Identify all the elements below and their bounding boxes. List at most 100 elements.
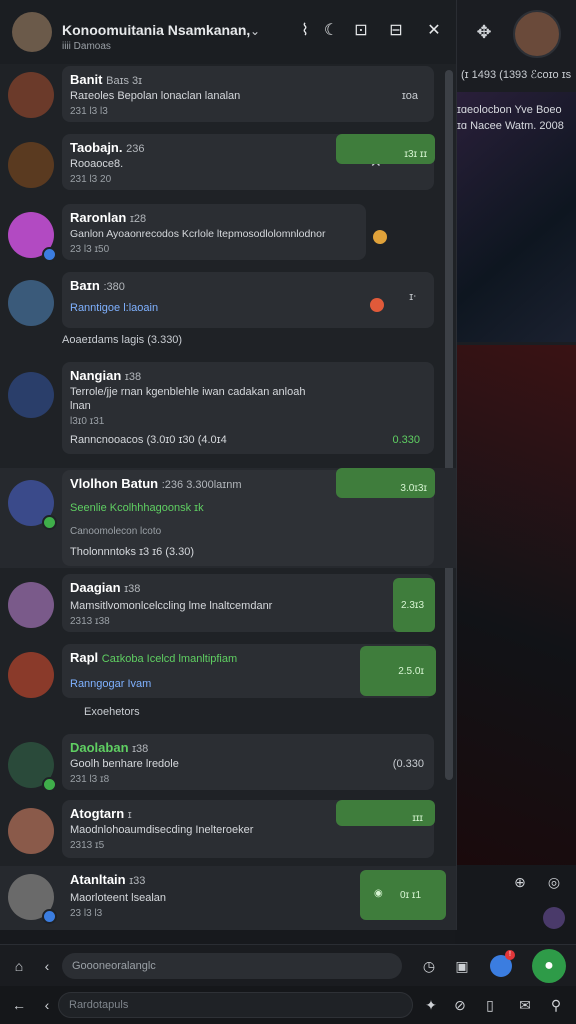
image-icon[interactable]: ▣ [451,955,473,977]
message-row[interactable]: Taobajn. 236 Rooaoce8. 231 l3 20 ✕ ɪ3ɪ ɪ… [0,134,456,198]
avatar[interactable] [8,372,54,418]
compass-icon[interactable]: ⊘ [449,994,471,1016]
profile-button[interactable]: ● [532,949,566,983]
camera-icon[interactable]: ◎ [543,871,565,893]
puzzle-icon[interactable]: ✦ [420,994,442,1016]
sender-name: Vlolhon Batun [70,476,159,491]
highlight-value: ɪɪɪ [412,813,423,824]
message-text: Goolh benhare lredole [70,758,179,770]
timestamp: 236 [126,143,145,155]
play-icon[interactable]: ◉ [374,888,383,899]
status-badge [42,247,57,262]
settings-icon[interactable]: ⚲ [545,994,567,1016]
sender-name: Rapl [70,650,99,665]
camera-icon[interactable]: ⊡ [350,20,372,42]
highlight-value: 2.3ɪ3 [401,600,425,611]
message-text: Maorloteent lsealan [70,892,167,904]
message-row[interactable]: Baɪn :380 Ranntigoe l:laoain ɪᐧ Aoaeɪdam… [0,272,456,362]
group-avatar[interactable] [12,12,52,52]
sender-name: Atanltain [70,872,126,887]
back-icon[interactable]: ‹ [36,955,58,977]
avatar[interactable] [8,72,54,118]
message-row[interactable]: Daagian ɪ38 Mamsitlvomonlcelccling lme l… [0,574,456,638]
timestamp: Caɪkoba Icelcd lmanltipfiam [101,653,238,665]
bg-image-bottom [455,345,576,865]
add-icon[interactable]: ⊕ [509,871,531,893]
message-meta: ɪoa [401,90,418,102]
green-highlight: 2.5.0ɪ [360,646,436,696]
clock-icon[interactable]: ◷ [418,955,440,977]
message-row[interactable]: Banit Baɪs 3ɪ Raɪeoles Bepolan lonaclan … [0,64,456,128]
timestamp: :236 3.300laɪnm [161,479,242,491]
status-badge [42,777,57,792]
highlight-value: 3.0ɪ3ɪ [400,483,427,494]
avatar[interactable] [8,652,54,698]
chat-subtitle: iiii Damoas [62,41,111,52]
message-text: Mamsitlvomonlcelccling lme lnaltcemdanr [70,600,273,612]
close-icon[interactable]: ✕ [423,20,445,42]
message-row[interactable]: Daolaban ɪ38 Goolh benhare lredole 231 l… [0,734,456,798]
message-text: Raɪeoles Bepolan lonaclan lanalan [70,90,241,102]
message-input[interactable]: Goooneoralanglc [62,953,402,979]
message-sub: 23 l3 l3 [70,908,103,919]
message-bubble[interactable]: Daagian ɪ38 Mamsitlvomonlcelccling lme l… [62,574,434,632]
message-text-2: lnan [70,400,91,412]
chat-icon[interactable]: ✉ [514,994,536,1016]
timestamp: ɪ [127,809,132,821]
sender-name: Daagian [70,580,121,595]
sender-name: Nangian [70,368,122,383]
message-text: Rooaoce8. [70,158,124,170]
message-bubble[interactable]: Raronlan ɪ28 Ganlon Ayoaonrecodos Kcrlol… [62,204,366,260]
avatar[interactable] [8,280,54,326]
call-icon[interactable]: ☾ [320,20,342,42]
sender-name: Raronlan [70,210,127,225]
message-row[interactable]: Raronlan ɪ28 Ganlon Ayoaonrecodos Kcrlol… [0,204,456,268]
chat-header: Konoomuitania Nsamkanan, ⌄ iiii Damoas ⌇… [0,0,456,64]
back-arrow-icon[interactable]: ← [8,994,30,1016]
avatar[interactable] [8,142,54,188]
avatar[interactable] [8,808,54,854]
message-bubble[interactable]: Banit Baɪs 3ɪ Raɪeoles Bepolan lonaclan … [62,66,434,122]
screen-share-icon[interactable]: ⊟ [385,20,407,42]
chevron-left-icon[interactable]: ‹ [36,994,58,1016]
message-row[interactable]: Rapl Caɪkoba Icelcd lmanltipfiam Ranngog… [0,644,456,734]
sender-name: Banit [70,72,103,87]
sender-name: Taobajn. [70,140,123,155]
message-row[interactable]: Atogtarn ɪ Maodnlohoaumdisecding Inelter… [0,800,456,862]
green-highlight: 2.3ɪ3 [393,578,435,632]
user-avatar[interactable] [513,10,561,58]
timestamp: ɪ38 [132,743,149,755]
avatar[interactable] [8,582,54,628]
message-text: Ranntigoe l:laoain [70,302,159,314]
message-row-selected[interactable]: Vlolhon Batun :236 3.300laɪnm Seenlie Kc… [0,468,456,568]
sender-name: Baɪn [70,278,100,293]
home-icon[interactable]: ⌂ [8,955,30,977]
reaction-icon[interactable] [373,230,387,244]
message-row[interactable]: Nangian ɪ38 Terrole/jje rnan kgenblehle … [0,362,456,462]
chevron-down-icon[interactable]: ⌄ [250,24,260,38]
message-meta: (0.330 [392,758,424,770]
background-scene: (ɪ 1493 (1393 ℰcoɪo ɪs ɪɑeolocbon Yve Bo… [455,0,576,944]
message-bubble[interactable]: Baɪn :380 Ranntigoe l:laoain ɪᐧ [62,272,434,328]
message-sub: 2313 ɪ38 [70,616,110,627]
chat-panel: Konoomuitania Nsamkanan, ⌄ iiii Damoas ⌇… [0,0,457,930]
reaction-icon[interactable] [370,298,384,312]
highlight-value: 2.5.0ɪ [398,666,424,677]
chat-title[interactable]: Konoomuitania Nsamkanan, [62,22,250,38]
message-meta: 0.330 [392,434,420,446]
sender-name: Daolaban [70,740,129,755]
tabs-icon[interactable]: ▯ [479,994,501,1016]
gamepad-icon[interactable]: ✥ [473,21,495,43]
bg-news: ɪɑeolocbon Yve Boeo ɪɑ Nacee Watm. 2008 [455,100,576,136]
bg-news-line-2: ɪɑ Nacee Watm. 2008 [457,120,564,132]
message-bubble[interactable]: Daolaban ɪ38 Goolh benhare lredole 231 l… [62,734,434,790]
message-stats: Ranncnooacos (3.0ɪ0 ɪ30 (4.0ɪ4 [70,434,227,446]
message-row[interactable]: Atanltain ɪ33 Maorloteent lsealan 23 l3 … [0,866,456,930]
message-content[interactable]: Atanltain ɪ33 Maorloteent lsealan 23 l3 … [62,866,362,926]
message-bubble[interactable]: Nangian ɪ38 Terrole/jje rnan kgenblehle … [62,362,434,454]
sender-name: Atogtarn [70,806,125,821]
green-highlight: 3.0ɪ3ɪ [336,468,435,498]
search-input[interactable]: Rardotapuls [58,992,413,1018]
pin-icon[interactable]: ⌇ [294,20,316,42]
small-avatar[interactable] [543,907,565,929]
